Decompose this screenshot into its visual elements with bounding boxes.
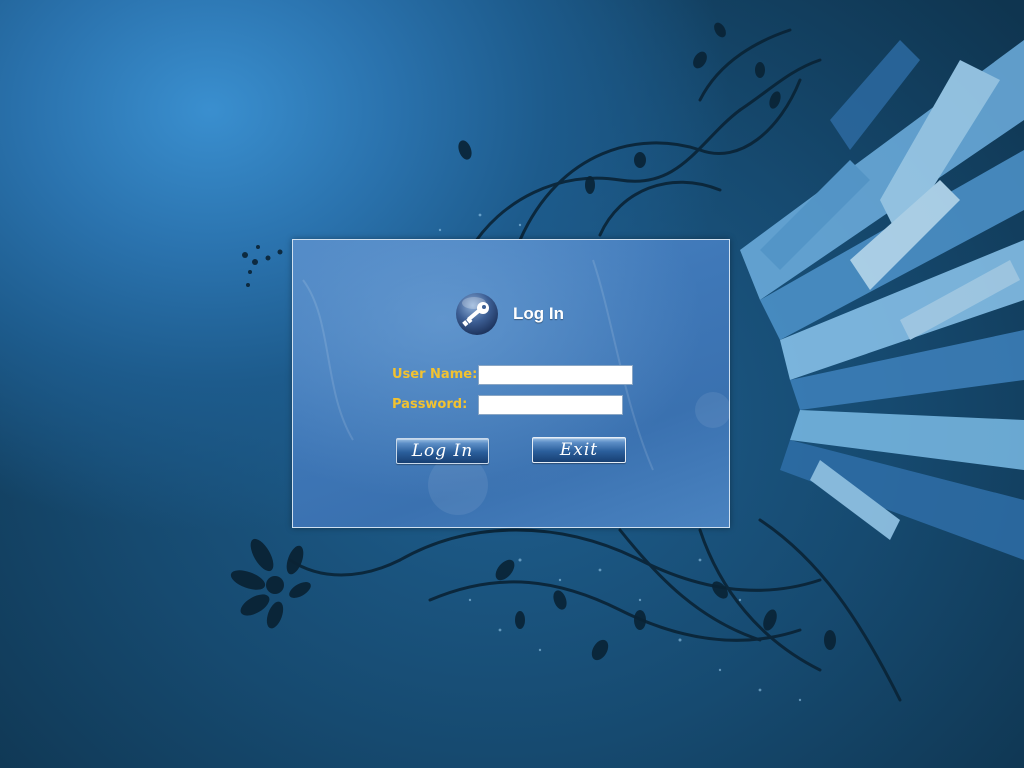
login-button[interactable]: Log In: [396, 438, 489, 464]
username-label: User Name:: [392, 367, 478, 382]
login-screen: Log In User Name: Password: Log In Exit: [0, 0, 1024, 768]
dialog-header: Log In: [455, 292, 564, 336]
password-label: Password:: [392, 397, 468, 412]
dialog-title: Log In: [513, 304, 564, 323]
password-field[interactable]: [478, 395, 623, 415]
username-field[interactable]: [478, 365, 633, 385]
key-icon: [456, 293, 498, 335]
exit-button[interactable]: Exit: [532, 437, 626, 463]
login-dialog: Log In User Name: Password: Log In Exit: [292, 239, 730, 528]
